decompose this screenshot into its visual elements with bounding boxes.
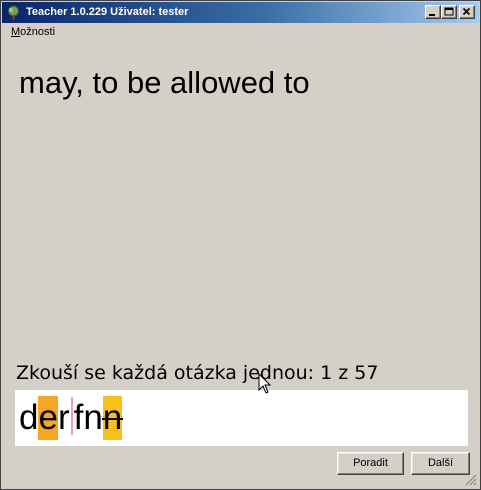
- answer-char: n: [83, 398, 103, 437]
- menu-label-rest: ožnosti: [20, 26, 56, 38]
- question-text: may, to be allowed to: [19, 65, 310, 100]
- menu-accelerator: M: [11, 26, 21, 38]
- progress-status: Zkouší se každá otázka jednou: 1 z 57: [16, 362, 379, 384]
- answer-text: der fnn: [19, 396, 124, 440]
- maximize-icon: [444, 7, 454, 16]
- resize-grip-icon[interactable]: [465, 474, 477, 486]
- app-window: Teacher 1.0.229 Uživatel: tester Možnost…: [0, 0, 481, 490]
- mouse-cursor-icon: [258, 373, 272, 394]
- answer-char: d: [19, 398, 39, 437]
- answer-char-wrong: e: [38, 396, 58, 440]
- maximize-button[interactable]: [441, 5, 457, 19]
- answer-char: r: [57, 398, 70, 437]
- close-icon: [462, 7, 471, 16]
- answer-char-missing: n: [101, 396, 124, 440]
- answer-error-marker: [70, 397, 73, 435]
- minimize-icon: [429, 14, 435, 16]
- title-bar[interactable]: Teacher 1.0.229 Uživatel: tester: [2, 2, 479, 23]
- menu-bar: Možnosti: [2, 23, 479, 41]
- menu-moznosti[interactable]: Možnosti: [11, 26, 55, 38]
- answer-field[interactable]: der fnn: [15, 390, 468, 446]
- window-title: Teacher 1.0.229 Uživatel: tester: [26, 6, 189, 18]
- answer-char: f: [73, 398, 84, 437]
- next-button[interactable]: Další: [411, 452, 470, 475]
- minimize-button[interactable]: [425, 5, 441, 19]
- app-tree-icon: [6, 5, 21, 20]
- hint-button[interactable]: Poradit: [337, 452, 404, 475]
- close-button[interactable]: [459, 5, 475, 19]
